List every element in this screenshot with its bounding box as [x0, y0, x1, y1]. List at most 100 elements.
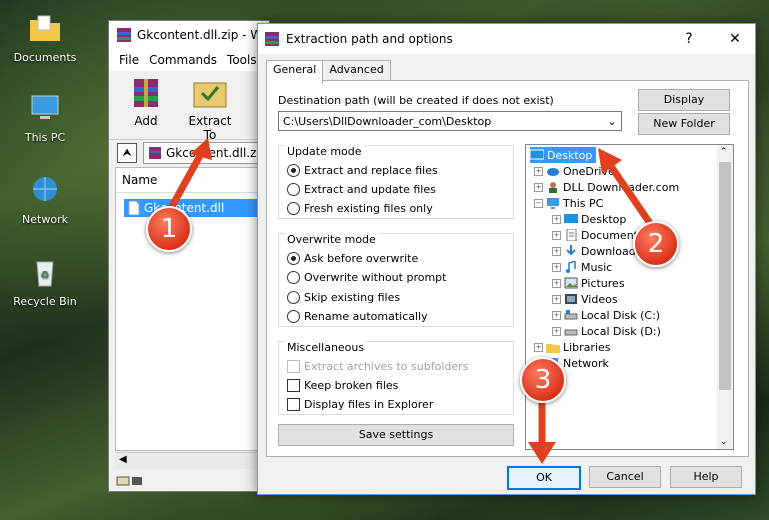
- overwrite-mode-option[interactable]: Ask before overwrite: [287, 252, 418, 265]
- libraries-icon: [546, 344, 560, 353]
- desktop-icon-documents[interactable]: Documents: [5, 12, 85, 64]
- chevron-down-icon[interactable]: ⌄: [605, 112, 619, 132]
- help-button[interactable]: Help: [670, 466, 742, 488]
- menu-tools[interactable]: Tools: [227, 53, 257, 67]
- overwrite-mode-option[interactable]: Overwrite without prompt: [287, 271, 446, 284]
- winrar-window: Gkcontent.dll.zip - W File Commands Tool…: [108, 20, 270, 492]
- recycle-bin-icon: ♻: [36, 261, 54, 287]
- expand-icon[interactable]: +: [534, 166, 543, 176]
- option-label: Display files in Explorer: [304, 398, 434, 411]
- option-label: Keep broken files: [304, 379, 399, 392]
- desktop-icon-label: Recycle Bin: [13, 295, 77, 308]
- tree-item-videos[interactable]: + Videos: [552, 291, 618, 307]
- expand-icon[interactable]: +: [534, 342, 543, 352]
- user-icon: [549, 182, 557, 193]
- winrar-title: Gkcontent.dll.zip - W: [137, 28, 263, 42]
- desktop-icon-label: This PC: [24, 131, 66, 144]
- callout-badge-2: 2: [633, 221, 679, 267]
- misc-option[interactable]: Keep broken files: [287, 379, 398, 392]
- folder-icon: [30, 15, 60, 41]
- expand-icon[interactable]: +: [534, 182, 543, 192]
- tree-item-pictures[interactable]: + Pictures: [552, 275, 625, 291]
- menu-file[interactable]: File: [119, 53, 139, 67]
- scroll-down-icon[interactable]: ⌄: [720, 437, 728, 447]
- tree-item-music[interactable]: + Music: [552, 259, 612, 275]
- network-icon: [33, 177, 57, 201]
- display-button[interactable]: Display: [638, 89, 730, 111]
- collapse-icon[interactable]: −: [534, 198, 543, 208]
- desktop-icon-recycle-bin[interactable]: ♻ Recycle Bin: [5, 256, 85, 308]
- winrar-menubar: File Commands Tools: [109, 49, 269, 71]
- close-icon[interactable]: ✕: [715, 31, 755, 47]
- expand-icon[interactable]: +: [552, 230, 561, 240]
- radio-button[interactable]: [287, 183, 300, 196]
- extract-to-icon: [193, 82, 227, 108]
- overwrite-mode-title: Overwrite mode: [285, 233, 378, 246]
- drive-status-icon: [116, 476, 142, 486]
- help-icon[interactable]: ?: [669, 31, 709, 47]
- desktop-icon-label: Documents: [13, 51, 77, 64]
- new-folder-button[interactable]: New Folder: [638, 113, 730, 135]
- update-mode-option[interactable]: Fresh existing files only: [287, 202, 433, 215]
- radio-button[interactable]: [287, 271, 300, 284]
- music-icon: [566, 261, 576, 273]
- extract-to-button[interactable]: Extract To: [181, 75, 239, 142]
- expand-icon[interactable]: +: [552, 246, 561, 256]
- scroll-up-icon[interactable]: ⌃: [720, 147, 728, 157]
- general-panel: Destination path (will be created if doe…: [266, 80, 749, 457]
- update-mode-option[interactable]: Extract and replace files: [287, 164, 438, 177]
- cancel-button[interactable]: Cancel: [589, 466, 661, 488]
- desktop-icon-network[interactable]: Network: [5, 174, 85, 226]
- expand-icon[interactable]: +: [552, 310, 561, 320]
- option-label: Ask before overwrite: [304, 252, 419, 265]
- expand-icon[interactable]: +: [552, 214, 561, 224]
- scrollbar-thumb[interactable]: [719, 162, 731, 390]
- option-label: Rename automatically: [304, 310, 428, 323]
- radio-button[interactable]: [287, 164, 300, 177]
- menu-commands[interactable]: Commands: [149, 53, 217, 67]
- radio-button[interactable]: [287, 291, 300, 304]
- overwrite-mode-group: Overwrite mode Ask before overwrite Over…: [278, 233, 514, 327]
- dialog-title: Extraction path and options: [286, 32, 453, 46]
- desktop-folder-icon: [564, 214, 578, 223]
- desktop-icon-label: Network: [22, 213, 68, 226]
- tree-item-local-disk-c[interactable]: + Local Disk (C:): [552, 307, 660, 323]
- destination-path-combo[interactable]: C:\Users\DllDownloader_com\Desktop ⌄: [278, 111, 622, 131]
- tree-item-label: Libraries: [563, 340, 611, 354]
- checkbox[interactable]: [287, 398, 300, 411]
- tree-item-desktop-root[interactable]: Desktop: [530, 147, 597, 163]
- destination-path-value: C:\Users\DllDownloader_com\Desktop: [283, 115, 492, 128]
- tree-item-label: Pictures: [581, 276, 625, 290]
- desktop-icon-this-pc[interactable]: This PC: [5, 92, 85, 144]
- cloud-icon: [547, 168, 559, 176]
- tree-item-libraries[interactable]: + Libraries: [534, 339, 611, 355]
- expand-icon[interactable]: +: [552, 294, 561, 304]
- checkbox[interactable]: [287, 379, 300, 392]
- tree-scrollbar[interactable]: ⌃ ⌄: [717, 145, 733, 449]
- file-icon: [128, 201, 140, 215]
- tree-item-local-disk-d[interactable]: + Local Disk (D:): [552, 323, 661, 339]
- tree-item-label: Videos: [581, 292, 618, 306]
- callout-badge-1: 1: [146, 206, 192, 252]
- horizontal-scrollbar[interactable]: ◀: [115, 452, 269, 469]
- expand-icon[interactable]: +: [552, 326, 561, 336]
- misc-option[interactable]: Display files in Explorer: [287, 398, 433, 411]
- overwrite-mode-option[interactable]: Rename automatically: [287, 310, 428, 323]
- overwrite-mode-option[interactable]: Skip existing files: [287, 291, 400, 304]
- expand-icon[interactable]: +: [552, 262, 561, 272]
- scroll-left-icon[interactable]: ◀: [119, 454, 127, 465]
- tab-general[interactable]: General: [266, 60, 324, 84]
- save-settings-button[interactable]: Save settings: [278, 424, 514, 446]
- option-label: Extract and replace files: [304, 164, 438, 177]
- radio-button[interactable]: [287, 202, 300, 215]
- expand-icon[interactable]: +: [552, 278, 561, 288]
- tab-advanced[interactable]: Advanced: [322, 60, 391, 81]
- update-mode-option[interactable]: Extract and update files: [287, 183, 436, 196]
- radio-button[interactable]: [287, 252, 300, 265]
- add-button[interactable]: Add: [121, 75, 171, 135]
- radio-button[interactable]: [287, 310, 300, 323]
- up-folder-button[interactable]: ⮝: [117, 143, 137, 163]
- tree-item-downloads[interactable]: + Downloads: [552, 243, 641, 259]
- desktop-folder-icon: [530, 149, 544, 160]
- winrar-icon: [117, 28, 131, 42]
